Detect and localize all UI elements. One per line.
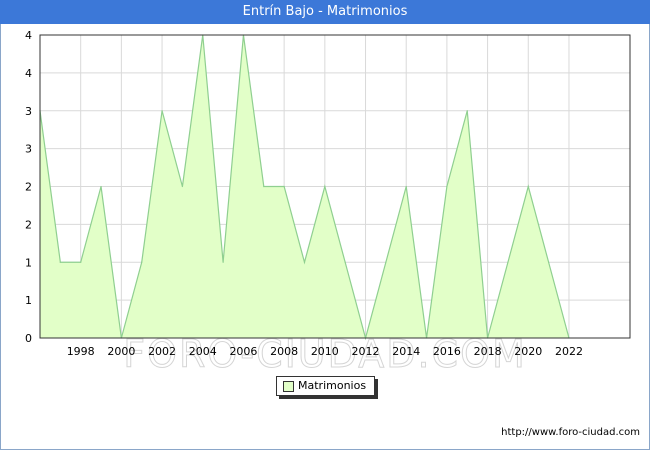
y-tick-label: 1	[25, 294, 32, 307]
y-tick-label: 4	[25, 67, 32, 80]
data-point	[446, 185, 448, 188]
data-point	[405, 185, 407, 188]
y-tick-label: 3	[25, 105, 32, 118]
data-point	[385, 261, 387, 263]
data-point	[80, 261, 82, 263]
data-point	[181, 185, 184, 188]
legend-label: Matrimonios	[298, 379, 367, 392]
x-tick-label: 2000	[107, 345, 135, 358]
x-tick-label: 2016	[433, 345, 461, 358]
data-point	[222, 261, 224, 263]
data-point	[100, 185, 102, 188]
x-tick-label: 2012	[352, 345, 380, 358]
y-tick-label: 3	[25, 143, 32, 156]
y-tick-label: 2	[25, 218, 32, 231]
x-tick-label: 1998	[67, 345, 95, 358]
data-point	[324, 185, 326, 188]
y-tick-label: 0	[25, 332, 32, 345]
data-point	[141, 261, 143, 263]
data-point	[344, 261, 346, 263]
data-point	[303, 261, 306, 263]
data-point	[527, 185, 529, 188]
x-tick-label: 2010	[311, 345, 339, 358]
x-tick-label: 2004	[189, 345, 217, 358]
legend: Matrimonios	[276, 376, 375, 396]
y-tick-label: 2	[25, 181, 32, 194]
x-tick-label: 2006	[229, 345, 257, 358]
x-tick-label: 2014	[392, 345, 420, 358]
data-point	[283, 185, 285, 188]
y-tick-label: 4	[25, 29, 32, 42]
data-point	[548, 261, 550, 263]
data-point	[161, 110, 163, 112]
legend-swatch	[283, 381, 294, 392]
data-point	[466, 110, 468, 112]
x-tick-label: 2020	[514, 345, 542, 358]
x-tick-label: 2008	[270, 345, 298, 358]
x-tick-label: 2022	[555, 345, 583, 358]
data-point	[263, 185, 265, 188]
x-tick-label: 2002	[148, 345, 176, 358]
y-tick-label: 1	[25, 256, 32, 269]
source-url[interactable]: http://www.foro-ciudad.com	[501, 427, 640, 438]
data-point	[59, 261, 61, 263]
data-point	[507, 261, 509, 263]
x-tick-label: 2018	[474, 345, 502, 358]
y-axis-ticks: 0 1 1 2 2 3 3 4 4	[25, 29, 32, 345]
